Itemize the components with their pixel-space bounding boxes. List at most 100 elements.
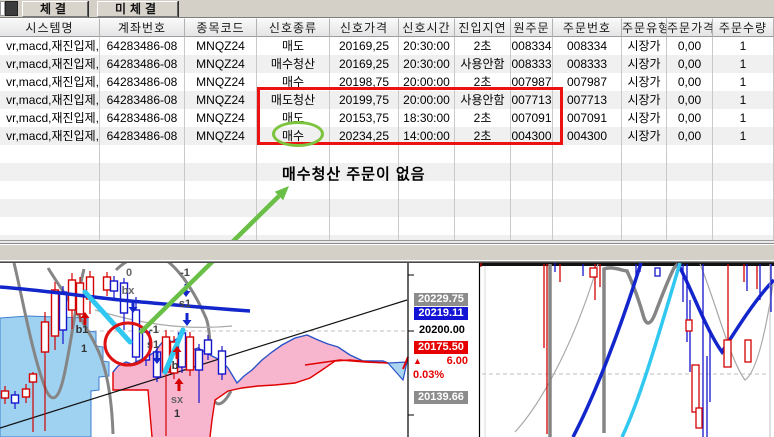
right-chart-candle-body bbox=[686, 320, 692, 331]
right-thick-gray-curves bbox=[550, 264, 678, 437]
candlestick-body bbox=[111, 281, 118, 291]
charts-canvas[interactable]: 0bx-1s1-1s1b11bsx1 bbox=[0, 263, 774, 437]
tab-unfilled[interactable]: 미체결 bbox=[97, 1, 178, 17]
chart-signal-label: s1 bbox=[179, 298, 191, 310]
table-cell: 1 bbox=[713, 73, 774, 91]
table-cell: 1 bbox=[713, 55, 774, 73]
table-cell bbox=[257, 235, 330, 243]
chart-signal-label: sx bbox=[171, 394, 184, 406]
table-cell: 20198,75 bbox=[330, 73, 399, 91]
column-header[interactable]: 주문수량 bbox=[713, 18, 774, 37]
column-header[interactable]: 주문번호 bbox=[553, 18, 622, 37]
candlestick-body bbox=[219, 351, 226, 374]
table-cell bbox=[0, 163, 100, 181]
table-cell: 007091 bbox=[553, 109, 622, 127]
table-cell: 1 bbox=[713, 127, 774, 145]
right-chart-candle-body bbox=[745, 340, 751, 362]
table-cell bbox=[0, 235, 100, 243]
table-cell: 0,00 bbox=[667, 73, 713, 91]
table-cell: 시장가 bbox=[622, 73, 667, 91]
price-badge-last: 20175.50 bbox=[414, 341, 468, 354]
table-cell bbox=[667, 163, 713, 181]
right-thin-gray-curves bbox=[515, 264, 773, 432]
table-cell: 64283486-08 bbox=[100, 73, 185, 91]
column-header[interactable]: 계좌번호 bbox=[100, 18, 185, 37]
table-cell bbox=[455, 235, 511, 243]
table-cell: 1 bbox=[713, 109, 774, 127]
tab-filled[interactable]: 체결 bbox=[22, 1, 88, 17]
column-header[interactable]: 주문유형 bbox=[622, 18, 667, 37]
column-header[interactable]: 종목코드 bbox=[185, 18, 257, 37]
table-cell bbox=[100, 235, 185, 243]
column-header[interactable]: 신호시간 bbox=[399, 18, 455, 37]
table-row[interactable]: ,vr,macd,재진입제64283486-08MNQZ24매수20234,25… bbox=[0, 127, 774, 145]
table-cell: 사용안함 bbox=[455, 55, 511, 73]
table-cell: 18:30:00 bbox=[399, 109, 455, 127]
table-cell: 0,00 bbox=[667, 109, 713, 127]
table-row[interactable]: ,vr,macd,재진입제64283486-08MNQZ24매도20169,25… bbox=[0, 37, 774, 55]
table-cell bbox=[0, 217, 100, 235]
table-cell bbox=[622, 145, 667, 163]
table-cell bbox=[399, 217, 455, 235]
table-cell bbox=[330, 217, 399, 235]
candlestick-body bbox=[77, 283, 84, 314]
column-header[interactable]: 신호종류 bbox=[257, 18, 330, 37]
table-cell bbox=[553, 217, 622, 235]
table-cell bbox=[622, 235, 667, 243]
window-control-dark-box[interactable] bbox=[5, 1, 18, 16]
table-cell: 004300 bbox=[553, 127, 622, 145]
table-cell bbox=[511, 217, 553, 235]
chart-signal-label: b bbox=[172, 360, 179, 372]
table-cell: 004300 bbox=[511, 127, 553, 145]
candlestick-body bbox=[133, 310, 140, 357]
table-cell: 20169,25 bbox=[330, 37, 399, 55]
table-cell: 007987 bbox=[553, 73, 622, 91]
table-cell: 008334 bbox=[511, 37, 553, 55]
right-chart-candle-body bbox=[590, 268, 597, 277]
table-row[interactable]: ,vr,macd,재진입제64283486-08MNQZ24매수20198,75… bbox=[0, 73, 774, 91]
table-cell bbox=[185, 217, 257, 235]
table-row[interactable]: ,vr,macd,재진입제64283486-08MNQZ24매도청산20199,… bbox=[0, 91, 774, 109]
table-cell: ,vr,macd,재진입제 bbox=[0, 55, 100, 73]
chart-signal-label: b1 bbox=[76, 324, 89, 336]
table-empty-row bbox=[0, 145, 774, 163]
table-cell bbox=[511, 199, 553, 217]
table-cell: 64283486-08 bbox=[100, 55, 185, 73]
chart-panel: 0bx-1s1-1s1b11bsx1 bbox=[0, 263, 774, 437]
table-cell bbox=[713, 145, 774, 163]
table-cell bbox=[713, 235, 774, 243]
column-header[interactable]: 신호가격 bbox=[330, 18, 399, 37]
column-header[interactable]: 진입지연 bbox=[455, 18, 511, 37]
column-header[interactable]: 주문가격 bbox=[667, 18, 713, 37]
table-cell bbox=[100, 145, 185, 163]
table-cell: 매도청산 bbox=[257, 91, 330, 109]
candlestick-body bbox=[30, 374, 37, 382]
table-row[interactable]: ,vr,macd,재진입제64283486-08MNQZ24매수청산20169,… bbox=[0, 55, 774, 73]
table-cell: 20234,25 bbox=[330, 127, 399, 145]
table-cell bbox=[713, 181, 774, 199]
table-cell bbox=[713, 199, 774, 217]
sell-signal-arrow-icon bbox=[183, 313, 192, 326]
table-row[interactable]: ,vr,macd,재진입제64283486-08MNQZ24매도20153,75… bbox=[0, 109, 774, 127]
candlestick-body bbox=[2, 391, 9, 398]
table-cell bbox=[667, 217, 713, 235]
table-cell: 2초 bbox=[455, 37, 511, 55]
column-header[interactable]: 원주문 bbox=[511, 18, 553, 37]
price-tick-label: 20200.00 bbox=[412, 324, 472, 337]
table-cell: 20:00:00 bbox=[399, 73, 455, 91]
table-cell: 매도 bbox=[257, 109, 330, 127]
candlestick-body bbox=[196, 350, 203, 370]
table-cell: 008333 bbox=[553, 55, 622, 73]
table-cell bbox=[511, 235, 553, 243]
table-cell bbox=[257, 145, 330, 163]
table-cell: 14:00:00 bbox=[399, 127, 455, 145]
table-cell bbox=[511, 181, 553, 199]
column-header[interactable]: 시스템명 bbox=[0, 18, 100, 37]
candlestick-body bbox=[52, 290, 59, 336]
table-cell bbox=[0, 181, 100, 199]
table-cell bbox=[100, 199, 185, 217]
candlestick-body bbox=[42, 322, 49, 352]
table-cell: 사용안함 bbox=[455, 91, 511, 109]
horizontal-splitter[interactable] bbox=[0, 243, 774, 263]
table-cell bbox=[667, 235, 713, 243]
